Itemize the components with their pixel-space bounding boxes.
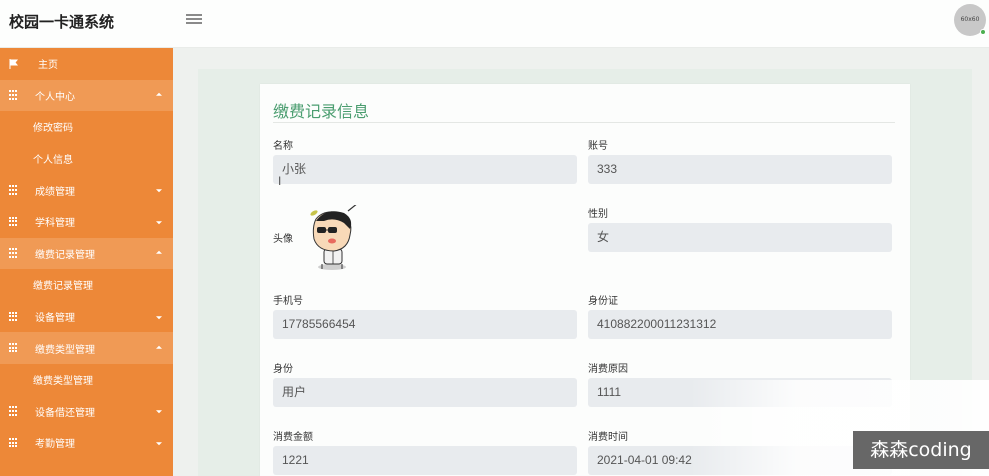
sidebar-item-label: 缴费类型管理 (35, 344, 95, 356)
identity-field[interactable]: 用户 (273, 378, 577, 407)
sidebar-item-grades[interactable]: 成绩管理 (0, 174, 173, 206)
caret-down-icon (156, 315, 162, 319)
grid-icon (9, 311, 19, 322)
caret-up-icon (156, 93, 162, 97)
phone-field[interactable]: 17785566454 (273, 310, 577, 339)
sidebar-item-payment-types-sub[interactable]: 缴费类型管理 (0, 364, 173, 396)
amount-label: 消费金额 (273, 432, 313, 443)
phone-label: 手机号 (273, 296, 303, 307)
menu-toggle-icon[interactable] (186, 12, 202, 26)
title-divider (273, 122, 895, 123)
sidebar-item-label: 缴费类型管理 (33, 376, 93, 388)
sidebar-item-attendance[interactable]: 考勤管理 (0, 427, 173, 459)
top-header: 校园一卡通系统 60x60 (0, 0, 989, 48)
watermark: 森森coding (853, 431, 989, 469)
sidebar-item-device-lending[interactable]: 设备借还管理 (0, 396, 173, 428)
sidebar-item-payment-records-sub[interactable]: 缴费记录管理 (0, 269, 173, 301)
sidebar-item-label: 设备管理 (35, 313, 75, 325)
grid-icon (9, 216, 19, 227)
app-title: 校园一卡通系统 (9, 14, 115, 31)
sidebar-item-label: 学科管理 (35, 218, 75, 230)
page-title: 缴费记录信息 (273, 104, 370, 121)
sidebar-item-label: 缴费记录管理 (33, 281, 93, 293)
caret-down-icon (156, 189, 162, 193)
sidebar-item-label: 设备借还管理 (35, 407, 95, 419)
amount-field[interactable]: 1221 (273, 446, 577, 475)
caret-down-icon (156, 442, 162, 446)
grid-icon (9, 248, 19, 258)
sidebar-item-personal-info[interactable]: 个人信息 (0, 143, 173, 175)
caret-down-icon (156, 221, 162, 225)
user-avatar[interactable]: 60x60 (954, 4, 986, 36)
grid-icon (9, 343, 19, 353)
sidebar-item-devices[interactable]: 设备管理 (0, 301, 173, 333)
sidebar-item-label: 主页 (38, 60, 58, 72)
caret-up-icon (156, 345, 162, 349)
flag-icon (9, 58, 19, 69)
name-label: 名称 (273, 141, 293, 152)
sidebar-item-label: 考勤管理 (35, 439, 75, 451)
text-cursor-icon: I (278, 174, 282, 188)
avatar-label: 头像 (273, 234, 293, 245)
sidebar-item-label: 个人信息 (33, 155, 73, 167)
caret-down-icon (156, 410, 162, 414)
avatar-image (310, 205, 357, 270)
grid-icon (9, 185, 19, 195)
identity-label: 身份 (273, 364, 293, 375)
avatar-placeholder-text: 60x60 (960, 16, 980, 23)
caret-up-icon (156, 251, 162, 255)
idcard-label: 身份证 (588, 296, 618, 307)
sidebar-item-label: 个人中心 (35, 91, 75, 103)
sidebar-item-label: 缴费记录管理 (35, 249, 95, 261)
sidebar-item-payment-types[interactable]: 缴费类型管理 (0, 332, 173, 364)
account-field[interactable]: 333 (588, 155, 892, 184)
online-status-dot (980, 29, 986, 35)
grid-icon (9, 90, 19, 100)
sidebar-item-personal-center[interactable]: 个人中心 (0, 79, 173, 112)
grid-icon (9, 437, 19, 448)
sidebar-item-home[interactable]: 主页 (0, 48, 173, 80)
gender-label: 性别 (588, 209, 608, 220)
idcard-field[interactable]: 410882200011231312 (588, 310, 892, 339)
grid-icon (9, 406, 19, 416)
account-label: 账号 (588, 141, 608, 152)
reason-label: 消费原因 (588, 364, 628, 375)
sidebar-item-payment-records[interactable]: 缴费记录管理 (0, 237, 173, 270)
name-field[interactable]: 小张 (273, 155, 577, 184)
sidebar-item-label: 修改密码 (33, 123, 73, 135)
sidebar-item-label: 成绩管理 (35, 186, 75, 198)
sidebar-item-subjects[interactable]: 学科管理 (0, 206, 173, 238)
sidebar: 主页 个人中心 修改密码 个人信息 成绩管理 学科管理 缴费记录管理 缴费记录管… (0, 48, 173, 476)
sidebar-item-change-password[interactable]: 修改密码 (0, 111, 173, 143)
time-label: 消费时间 (588, 432, 628, 443)
gender-field[interactable]: 女 (588, 223, 892, 252)
